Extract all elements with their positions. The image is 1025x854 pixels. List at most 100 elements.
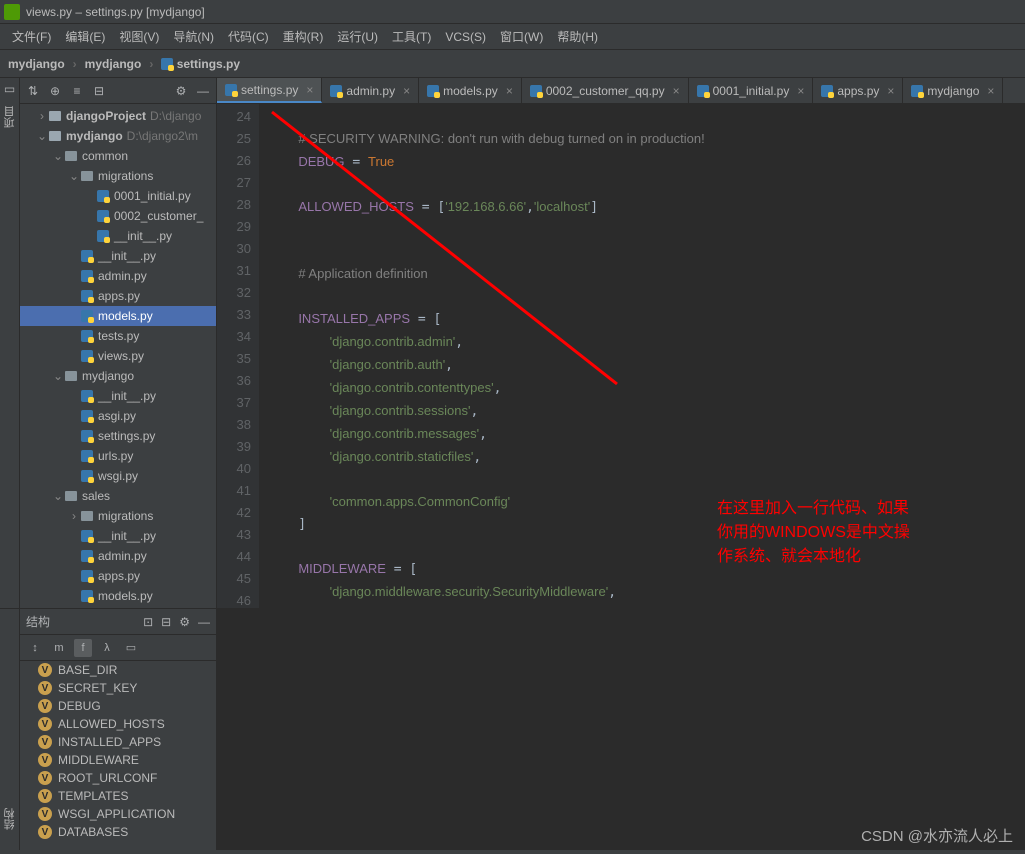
editor-tab[interactable]: settings.py× xyxy=(217,78,322,103)
editor-tab[interactable]: models.py× xyxy=(419,78,522,103)
tree-file[interactable]: views.py xyxy=(20,346,216,366)
project-tool-label[interactable]: 项目 xyxy=(2,106,18,128)
menu-window[interactable]: 窗口(W) xyxy=(494,26,549,47)
structure-list[interactable]: VBASE_DIRVSECRET_KEYVDEBUGVALLOWED_HOSTS… xyxy=(20,661,216,850)
tree-file[interactable]: settings.py xyxy=(20,426,216,446)
tree-file[interactable]: urls.py xyxy=(20,446,216,466)
tree-file[interactable]: __init__.py xyxy=(20,526,216,546)
sort-icon[interactable]: ≡ xyxy=(70,84,84,98)
structure-item[interactable]: VDATABASES xyxy=(20,823,216,841)
structure-tool-label[interactable]: 结构 xyxy=(2,808,18,830)
hide-icon[interactable]: — xyxy=(198,615,210,629)
structure-item[interactable]: VSECRET_KEY xyxy=(20,679,216,697)
tree-file[interactable]: apps.py xyxy=(20,566,216,586)
gear-icon[interactable]: ⚙ xyxy=(179,615,190,629)
gear-icon[interactable]: ⚙ xyxy=(174,84,188,98)
close-icon[interactable]: × xyxy=(887,84,894,98)
menu-view[interactable]: 视图(V) xyxy=(113,26,165,47)
menu-nav[interactable]: 导航(N) xyxy=(167,26,220,47)
close-icon[interactable]: × xyxy=(306,83,313,97)
editor-tab[interactable]: 0002_customer_qq.py× xyxy=(522,78,689,103)
tree-folder[interactable]: ›migrations xyxy=(20,506,216,526)
tree-file[interactable]: tests.py xyxy=(20,326,216,346)
editor-tabs: settings.py×admin.py×models.py×0002_cust… xyxy=(217,78,1025,104)
tree-folder[interactable]: ⌄mydjango xyxy=(20,366,216,386)
sort-az-icon[interactable]: ↕ xyxy=(26,639,44,657)
code-content[interactable]: # SECURITY WARNING: don't run with debug… xyxy=(259,104,1025,608)
menu-run[interactable]: 运行(U) xyxy=(331,26,384,47)
hide-icon[interactable]: — xyxy=(196,84,210,98)
close-icon[interactable]: × xyxy=(673,84,680,98)
tree-file[interactable]: __init__.py xyxy=(20,386,216,406)
menu-help[interactable]: 帮助(H) xyxy=(551,26,604,47)
tree-file[interactable]: 0002_customer_ xyxy=(20,206,216,226)
left-tool-gutter: ▭ 项目 xyxy=(0,78,20,608)
close-icon[interactable]: × xyxy=(506,84,513,98)
filter-f-icon[interactable]: f xyxy=(74,639,92,657)
filter-m-icon[interactable]: m xyxy=(50,639,68,657)
menu-edit[interactable]: 编辑(E) xyxy=(59,26,111,47)
tree-file[interactable]: __init__.py xyxy=(20,226,216,246)
tree-folder[interactable]: ⌄sales xyxy=(20,486,216,506)
menu-file[interactable]: 文件(F) xyxy=(6,26,57,47)
tree-folder[interactable]: ⌄mydjangoD:\django2\m xyxy=(20,126,216,146)
project-tool-icon[interactable]: ▭ xyxy=(4,82,15,96)
python-icon xyxy=(225,84,237,96)
python-icon xyxy=(911,85,923,97)
editor-tab[interactable]: admin.py× xyxy=(322,78,419,103)
editor-tab[interactable]: mydjango× xyxy=(903,78,1003,103)
menu-code[interactable]: 代码(C) xyxy=(222,26,275,47)
project-tree[interactable]: ›djangoProjectD:\django ⌄mydjangoD:\djan… xyxy=(20,104,216,608)
chevron-icon: › xyxy=(149,57,153,71)
editor-tab[interactable]: apps.py× xyxy=(813,78,903,103)
menu-tools[interactable]: 工具(T) xyxy=(386,26,437,47)
structure-item[interactable]: VTEMPLATES xyxy=(20,787,216,805)
breadcrumb-file[interactable]: settings.py xyxy=(161,57,240,71)
tree-folder[interactable]: ⌄common xyxy=(20,146,216,166)
structure-item[interactable]: VWSGI_APPLICATION xyxy=(20,805,216,823)
tree-file[interactable]: asgi.py xyxy=(20,406,216,426)
tree-file[interactable]: 0001_initial.py xyxy=(20,186,216,206)
tree-file[interactable]: admin.py xyxy=(20,546,216,566)
variable-icon: V xyxy=(38,735,52,749)
breadcrumb[interactable]: mydjango › mydjango › settings.py xyxy=(8,57,240,71)
target-icon[interactable]: ⊕ xyxy=(48,84,62,98)
python-icon xyxy=(330,85,342,97)
close-icon[interactable]: × xyxy=(987,84,994,98)
structure-item[interactable]: VMIDDLEWARE xyxy=(20,751,216,769)
tree-folder[interactable]: ›djangoProjectD:\django xyxy=(20,106,216,126)
filter-c-icon[interactable]: ▭ xyxy=(122,639,140,657)
menu-vcs[interactable]: VCS(S) xyxy=(439,28,492,46)
structure-item[interactable]: VALLOWED_HOSTS xyxy=(20,715,216,733)
tree-file[interactable]: models.py xyxy=(20,586,216,606)
code-area[interactable]: 2425262728293031323334353637383940414243… xyxy=(217,104,1025,608)
expand-icon[interactable]: ⊟ xyxy=(161,615,171,629)
tree-file[interactable]: admin.py xyxy=(20,266,216,286)
breadcrumb-root[interactable]: mydjango xyxy=(8,57,65,71)
tree-file[interactable]: wsgi.py xyxy=(20,466,216,486)
structure-toolbar: 结构 ⊡ ⊟ ⚙ — xyxy=(20,609,216,635)
variable-icon: V xyxy=(38,807,52,821)
sort-icon[interactable]: ⊡ xyxy=(143,615,153,629)
editor-tab[interactable]: 0001_initial.py× xyxy=(689,78,814,103)
python-icon xyxy=(427,85,439,97)
tree-file-selected[interactable]: models.py xyxy=(20,306,216,326)
tree-folder[interactable]: ⌄migrations xyxy=(20,166,216,186)
gutter: 2425262728293031323334353637383940414243… xyxy=(217,104,259,608)
collapse-icon[interactable]: ⊟ xyxy=(92,84,106,98)
tree-file[interactable]: apps.py xyxy=(20,286,216,306)
menu-refactor[interactable]: 重构(R) xyxy=(277,26,330,47)
structure-item[interactable]: VDEBUG xyxy=(20,697,216,715)
structure-item[interactable]: VBASE_DIR xyxy=(20,661,216,679)
editor-area: settings.py×admin.py×models.py×0002_cust… xyxy=(217,78,1025,608)
navbar: mydjango › mydjango › settings.py xyxy=(0,50,1025,78)
filter-l-icon[interactable]: λ xyxy=(98,639,116,657)
close-icon[interactable]: × xyxy=(797,84,804,98)
structure-item[interactable]: VROOT_URLCONF xyxy=(20,769,216,787)
structure-item[interactable]: VINSTALLED_APPS xyxy=(20,733,216,751)
tree-file[interactable]: __init__.py xyxy=(20,246,216,266)
expand-icon[interactable]: ⇅ xyxy=(26,84,40,98)
structure-title: 结构 xyxy=(26,613,50,630)
breadcrumb-folder[interactable]: mydjango xyxy=(85,57,142,71)
close-icon[interactable]: × xyxy=(403,84,410,98)
